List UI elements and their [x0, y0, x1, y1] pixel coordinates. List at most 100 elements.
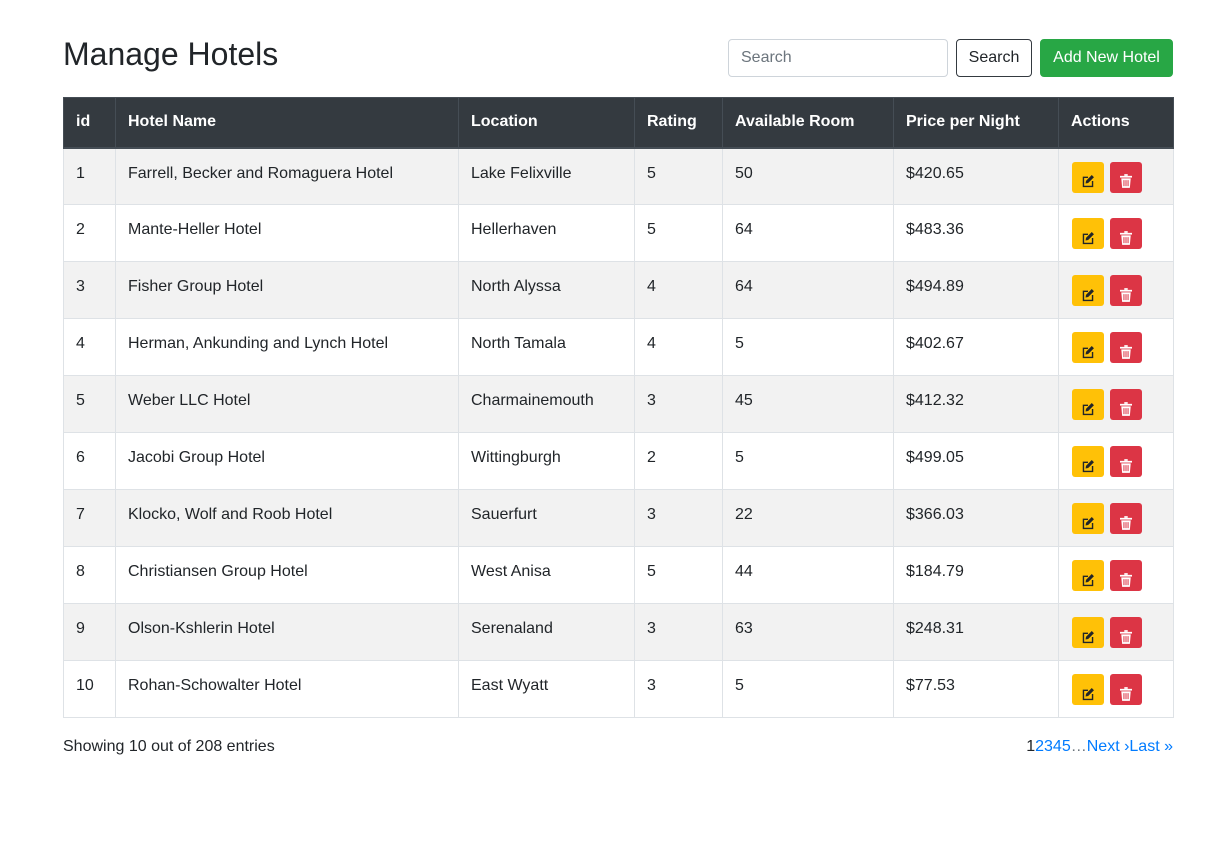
cell-actions — [1058, 375, 1174, 433]
column-header-available-room[interactable]: Available Room — [722, 97, 894, 149]
cell-price: $248.31 — [893, 603, 1059, 661]
trash-icon — [1110, 174, 1142, 188]
edit-button[interactable] — [1072, 503, 1104, 534]
table-row: 2 Mante-Heller Hotel Hellerhaven 5 64 $483.36 — [63, 204, 1174, 262]
trash-icon — [1110, 572, 1142, 587]
edit-icon — [1072, 231, 1104, 245]
cell-available-room: 64 — [722, 261, 894, 319]
hotel-location: Serenaland — [471, 620, 553, 637]
hotel-id: 7 — [76, 506, 85, 523]
edit-button[interactable] — [1072, 617, 1104, 648]
hotel-location: Hellerhaven — [471, 221, 557, 238]
hotel-available-room: 22 — [735, 506, 753, 523]
hotel-name: Klocko, Wolf and Roob Hotel — [128, 506, 333, 523]
delete-button[interactable] — [1110, 389, 1142, 420]
cell-price: $184.79 — [893, 546, 1059, 604]
edit-icon — [1072, 288, 1104, 302]
search-button[interactable]: Search — [956, 39, 1032, 77]
cell-id: 1 — [63, 147, 116, 205]
delete-button[interactable] — [1110, 503, 1142, 534]
edit-icon — [1072, 459, 1104, 473]
hotel-available-room: 5 — [735, 335, 744, 352]
column-header-location[interactable]: Location — [458, 97, 635, 149]
next-page-link[interactable]: Next › — [1087, 738, 1130, 755]
cell-location: Sauerfurt — [458, 489, 635, 547]
hotel-rating: 4 — [647, 278, 656, 295]
trash-icon — [1110, 686, 1142, 701]
hotel-name: Herman, Ankunding and Lynch Hotel — [128, 335, 389, 352]
hotel-location: East Wyatt — [471, 677, 549, 694]
cell-hotel-name: Farrell, Becker and Romaguera Hotel — [115, 147, 459, 205]
edit-button[interactable] — [1072, 446, 1104, 477]
hotel-name: Olson-Kshlerin Hotel — [128, 620, 275, 637]
page-title: Manage Hotels — [63, 36, 279, 72]
add-new-hotel-button[interactable]: Add New Hotel — [1040, 39, 1173, 77]
hotel-name: Fisher Group Hotel — [128, 278, 264, 295]
hotel-available-room: 64 — [735, 278, 753, 295]
edit-button[interactable] — [1072, 332, 1104, 363]
cell-available-room: 44 — [722, 546, 894, 604]
search-input[interactable] — [728, 39, 948, 77]
hotel-name: Mante-Heller Hotel — [128, 221, 262, 238]
page-current: 1 — [1026, 738, 1036, 755]
page-link-2[interactable]: 2 — [1035, 738, 1044, 755]
delete-button[interactable] — [1110, 332, 1142, 363]
cell-id: 7 — [63, 489, 116, 547]
edit-button[interactable] — [1072, 161, 1104, 193]
hotel-price: $499.05 — [906, 449, 964, 466]
edit-button[interactable] — [1072, 560, 1104, 591]
cell-rating: 2 — [634, 432, 723, 490]
edit-button[interactable] — [1072, 275, 1104, 306]
cell-actions — [1058, 204, 1174, 262]
cell-location: North Alyssa — [458, 261, 635, 319]
cell-actions — [1058, 318, 1174, 376]
cell-hotel-name: Jacobi Group Hotel — [115, 432, 459, 490]
hotel-rating: 5 — [647, 563, 656, 580]
table-body: 1 Farrell, Becker and Romaguera Hotel Lake… — [63, 147, 1174, 718]
edit-button[interactable] — [1072, 218, 1104, 249]
column-header-rating[interactable]: Rating — [634, 97, 723, 149]
cell-location: Wittingburgh — [458, 432, 635, 490]
column-header-price-per-night[interactable]: Price per Night — [893, 97, 1059, 149]
cell-available-room: 63 — [722, 603, 894, 661]
column-header-hotel-name[interactable]: Hotel Name — [115, 97, 459, 149]
hotel-id: 2 — [76, 221, 85, 238]
delete-button[interactable] — [1110, 674, 1142, 705]
delete-button[interactable] — [1110, 617, 1142, 648]
trash-icon — [1110, 287, 1142, 302]
cell-rating: 3 — [634, 375, 723, 433]
delete-button[interactable] — [1110, 218, 1142, 249]
cell-hotel-name: Christiansen Group Hotel — [115, 546, 459, 604]
page-link-3[interactable]: 3 — [1044, 738, 1053, 755]
edit-button[interactable] — [1072, 389, 1104, 420]
cell-price: $494.89 — [893, 261, 1059, 319]
hotel-rating: 5 — [647, 164, 656, 182]
cell-available-room: 22 — [722, 489, 894, 547]
delete-button[interactable] — [1110, 275, 1142, 306]
hotel-location: Lake Felixville — [471, 164, 572, 182]
cell-actions — [1058, 147, 1174, 205]
hotel-price: $366.03 — [906, 506, 964, 523]
cell-available-room: 64 — [722, 204, 894, 262]
delete-button[interactable] — [1110, 446, 1142, 477]
cell-location: Serenaland — [458, 603, 635, 661]
table-row: 5 Weber LLC Hotel Charmainemouth 3 45 $412.32 — [63, 375, 1174, 433]
page-link-5[interactable]: 5 — [1062, 738, 1071, 755]
column-header-id[interactable]: id — [63, 97, 116, 149]
edit-icon — [1072, 402, 1104, 416]
cell-rating: 4 — [634, 318, 723, 376]
edit-button[interactable] — [1072, 674, 1104, 705]
hotel-price: $184.79 — [906, 563, 964, 580]
page-ellipsis: … — [1070, 738, 1087, 755]
delete-button[interactable] — [1110, 560, 1142, 591]
manage-hotels-page: Manage Hotels Search Add New Hotel id Ho… — [0, 0, 1231, 861]
last-page-link[interactable]: Last » — [1129, 738, 1173, 755]
cell-rating: 3 — [634, 660, 723, 718]
hotel-id: 3 — [76, 278, 85, 295]
hotel-rating: 3 — [647, 392, 656, 409]
delete-button[interactable] — [1110, 161, 1142, 193]
hotel-location: North Alyssa — [471, 278, 561, 295]
hotel-location: North Tamala — [471, 335, 566, 352]
hotel-id: 5 — [76, 392, 85, 409]
page-link-4[interactable]: 4 — [1053, 738, 1062, 755]
